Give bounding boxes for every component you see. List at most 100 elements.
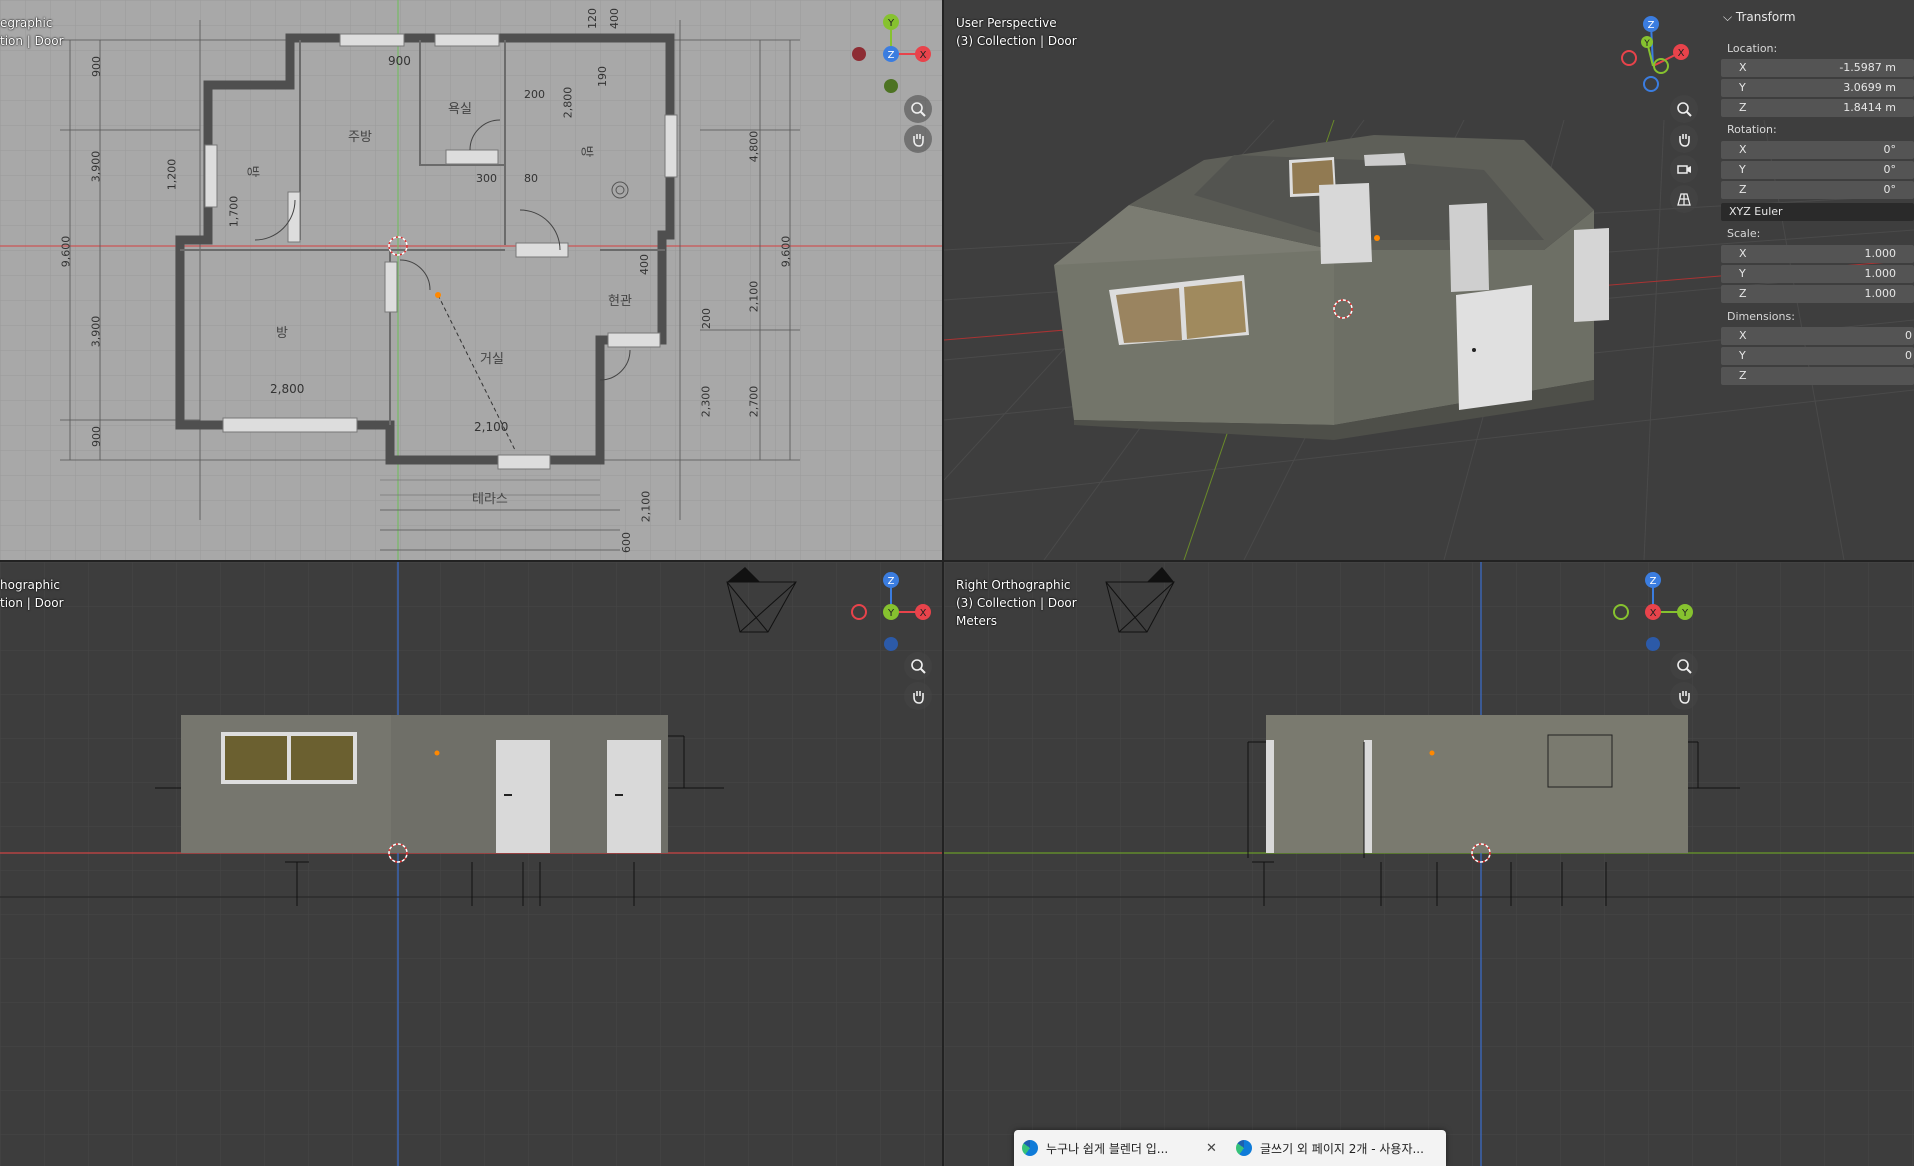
room-1: 방	[244, 165, 260, 178]
dimensions-y-field[interactable]: Y0	[1721, 347, 1914, 365]
svg-text:Y: Y	[887, 608, 895, 619]
viewport-info-bottom-left: hographic tion | Door	[0, 576, 64, 612]
scale-label: Scale:	[1727, 227, 1761, 240]
room-kitchen: 주방	[348, 130, 372, 145]
svg-text:Y: Y	[1681, 608, 1689, 619]
dim-right-2300: 2,300	[699, 385, 713, 418]
transform-title: Transform	[1735, 10, 1796, 24]
pan-hand-icon[interactable]	[904, 125, 932, 153]
taskbar-item-2[interactable]: 글쓰기 외 페이지 2개 - 사용자...	[1236, 1130, 1442, 1166]
rotation-x-field[interactable]: X 0°	[1721, 141, 1914, 159]
viewport-bottom-right[interactable]: Right Orthographic (3) Collection | Door…	[944, 562, 1914, 1166]
scale-x-field[interactable]: X 1.000	[1721, 245, 1914, 263]
viewport-bottom-left[interactable]: hographic tion | Door Z X Y	[0, 562, 942, 1166]
pan-hand-icon[interactable]	[1670, 682, 1698, 710]
scale-y-field[interactable]: Y 1.000	[1721, 265, 1914, 283]
grid-perspective-icon[interactable]	[1670, 185, 1698, 213]
viewport-info-bottom-right: Right Orthographic (3) Collection | Door…	[956, 576, 1077, 630]
dim-right-2700: 2,700	[747, 385, 761, 418]
viewport-top-left[interactable]: 900 120 400 900 3,900 9,600 3,900 900 1,…	[0, 0, 942, 560]
location-x-field[interactable]: X -1.5987 m	[1721, 59, 1914, 77]
room-bath: 욕실	[448, 102, 472, 117]
taskbar-item-1[interactable]: 누구나 쉽게 블렌더 입...	[1022, 1130, 1218, 1166]
dim-inner-400: 400	[638, 254, 651, 275]
dim-inner-2100b: 2,100	[639, 490, 653, 523]
dim-right-9600: 9,600	[779, 235, 793, 268]
rotation-y-field[interactable]: Y 0°	[1721, 161, 1914, 179]
scale-z-field[interactable]: Z 1.000	[1721, 285, 1914, 303]
transform-panel-header[interactable]: ⌵ Transform	[1723, 10, 1796, 25]
taskbar-item-label: 누구나 쉽게 블렌더 입...	[1046, 1141, 1169, 1156]
dim-inner-600: 600	[620, 532, 633, 553]
front-ortho-scene	[0, 562, 942, 1166]
taskbar-preview-popup: 누구나 쉽게 블렌더 입... ✕ 글쓰기 외 페이지 2개 - 사용자...	[1014, 1130, 1446, 1166]
dimensions-x-field[interactable]: X0	[1721, 327, 1914, 345]
camera-view-icon[interactable]	[1670, 155, 1698, 183]
dimensions-label: Dimensions:	[1727, 310, 1795, 323]
pan-hand-icon[interactable]	[1670, 125, 1698, 153]
svg-text:X: X	[920, 50, 927, 61]
location-z-field[interactable]: Z 1.8414 m	[1721, 99, 1914, 117]
svg-text:X: X	[1650, 608, 1657, 619]
transform-panel: ⌵ Transform Location: X -1.5987 m Y 3.0699…	[1717, 0, 1914, 395]
dim-left-1200: 1,200	[165, 158, 179, 191]
edge-browser-icon	[1236, 1140, 1252, 1156]
pan-hand-icon[interactable]	[904, 682, 932, 710]
zoom-icon[interactable]	[904, 95, 932, 123]
viewport-divider-vertical[interactable]	[942, 0, 944, 1166]
close-icon[interactable]: ✕	[1206, 1130, 1226, 1166]
navigation-gizmo[interactable]: Z X Y	[1613, 14, 1693, 94]
dim-left-3900b: 3,900	[89, 315, 103, 348]
room-terrace: 테라스	[472, 492, 508, 507]
svg-text:Y: Y	[887, 18, 895, 29]
dim-inner-80: 80	[524, 172, 538, 185]
edge-browser-icon	[1022, 1140, 1038, 1156]
rotation-z-field[interactable]: Z 0°	[1721, 181, 1914, 199]
svg-text:Z: Z	[888, 50, 895, 61]
viewport-divider-horizontal[interactable]	[0, 560, 1914, 562]
collection-label: (3) Collection | Door	[956, 596, 1077, 610]
navigation-gizmo[interactable]: Z Y X	[1613, 572, 1693, 652]
viewport-info-top-left: egraphic tion | Door	[0, 14, 64, 50]
chevron-down-icon: ⌵	[1723, 10, 1736, 24]
dim-right-4800: 4,800	[747, 130, 761, 163]
navigation-gizmo[interactable]: Z X Y	[851, 572, 931, 652]
svg-text:Z: Z	[888, 576, 895, 587]
dim-right-2100: 2,100	[747, 280, 761, 313]
dim-left-900: 900	[90, 56, 103, 77]
rotation-label: Rotation:	[1727, 123, 1777, 136]
floorplan-drawing	[0, 0, 942, 560]
svg-text:X: X	[920, 608, 927, 619]
dim-inner-2100a: 2,100	[474, 420, 509, 434]
units-label: Meters	[956, 614, 998, 628]
collection-label: (3) Collection | Door	[956, 34, 1077, 48]
right-ortho-scene	[944, 562, 1914, 1166]
location-label: Location:	[1727, 42, 1778, 55]
view-name: User Perspective	[956, 16, 1057, 30]
location-y-field[interactable]: Y 3.0699 m	[1721, 79, 1914, 97]
svg-text:Z: Z	[1648, 20, 1655, 31]
dimensions-z-field[interactable]: Z	[1721, 367, 1914, 385]
room-entrance: 현관	[608, 294, 632, 309]
collection-label: tion | Door	[0, 596, 64, 610]
taskbar-item-label: 글쓰기 외 페이지 2개 - 사용자...	[1260, 1141, 1424, 1156]
navigation-gizmo[interactable]: Y X Z	[851, 14, 931, 94]
svg-text:Y: Y	[1643, 39, 1650, 49]
dim-inner-2800b: 2,800	[270, 382, 305, 396]
dim-inner-200: 200	[524, 88, 545, 101]
collection-label: tion | Door	[0, 34, 64, 48]
view-name: egraphic	[0, 16, 53, 30]
dim-left-900b: 900	[90, 426, 103, 447]
dim-left-1700: 1,700	[227, 195, 241, 228]
zoom-icon[interactable]	[1670, 95, 1698, 123]
zoom-icon[interactable]	[1670, 652, 1698, 680]
rotation-mode-dropdown[interactable]: XYZ Euler	[1721, 203, 1914, 221]
dim-inner-200b: 200	[700, 308, 713, 329]
dim-top-400: 400	[608, 8, 621, 29]
zoom-icon[interactable]	[904, 652, 932, 680]
room-living: 거실	[480, 352, 504, 367]
view-name: hographic	[0, 578, 61, 592]
svg-text:Z: Z	[1650, 576, 1657, 587]
dim-inner-2800: 2,800	[561, 86, 575, 119]
svg-text:X: X	[1678, 48, 1685, 59]
